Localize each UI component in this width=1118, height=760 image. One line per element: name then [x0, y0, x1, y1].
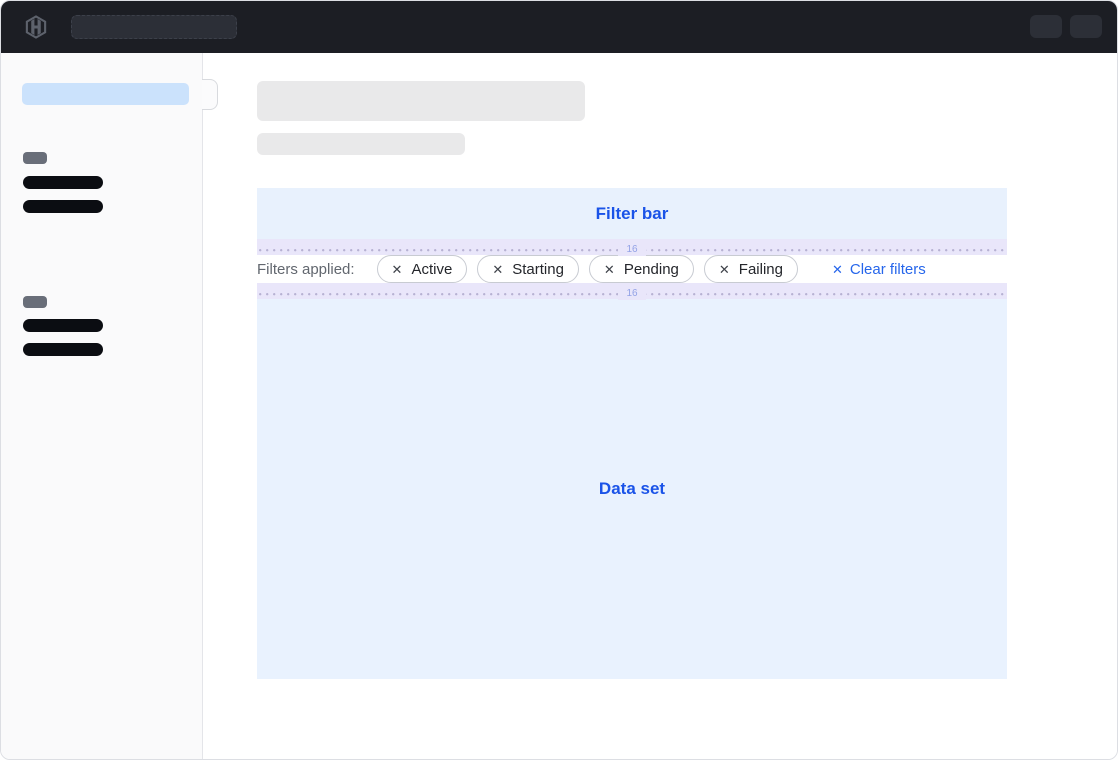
clear-filters-link[interactable]: ✕ Clear filters [832, 261, 926, 278]
filter-chip-active[interactable]: ✕ Active [377, 255, 468, 283]
topbar [1, 1, 1117, 53]
sidebar-item-placeholder-4[interactable] [23, 343, 103, 356]
sidebar [1, 53, 203, 759]
spacing-value-top: 16 [618, 243, 645, 256]
sidebar-item-selected[interactable] [22, 83, 189, 105]
dismiss-icon: ✕ [492, 263, 503, 276]
filter-chip-starting[interactable]: ✕ Starting [477, 255, 579, 283]
filters-applied-label: Filters applied: [257, 261, 355, 278]
topbar-action-placeholder-2[interactable] [1070, 15, 1102, 38]
data-set-region: Data set [257, 299, 1007, 679]
clear-filters-icon: ✕ [832, 263, 843, 276]
topbar-action-placeholder-1[interactable] [1030, 15, 1062, 38]
sidebar-section-label-placeholder-1 [23, 152, 47, 164]
page-subtitle-placeholder [257, 133, 465, 155]
clear-filters-label: Clear filters [850, 261, 926, 278]
filter-chip-label: Pending [624, 261, 679, 278]
dismiss-icon: ✕ [604, 263, 615, 276]
filter-chip-label: Active [411, 261, 452, 278]
sidebar-item-placeholder-2[interactable] [23, 200, 103, 213]
dismiss-icon: ✕ [719, 263, 730, 276]
filter-bar-label: Filter bar [596, 204, 669, 224]
hashicorp-logo-icon [23, 14, 49, 40]
sidebar-item-placeholder-3[interactable] [23, 319, 103, 332]
filter-chip-failing[interactable]: ✕ Failing [704, 255, 798, 283]
main-content: Filter bar 16 Filters applied: ✕ Active … [204, 53, 1117, 759]
sidebar-flyout-handle[interactable] [202, 79, 218, 110]
filter-chip-label: Failing [739, 261, 783, 278]
app-window: Filter bar 16 Filters applied: ✕ Active … [0, 0, 1118, 760]
spacing-annotation-bottom: 16 [257, 283, 1007, 299]
sidebar-item-placeholder-1[interactable] [23, 176, 103, 189]
spacing-annotation-top: 16 [257, 239, 1007, 255]
filters-applied-row: Filters applied: ✕ Active ✕ Starting ✕ P… [257, 255, 1007, 283]
data-set-label: Data set [599, 479, 665, 499]
page-title-placeholder [257, 81, 585, 121]
spacing-value-bottom: 16 [618, 287, 645, 300]
filter-chip-label: Starting [512, 261, 564, 278]
sidebar-section-label-placeholder-2 [23, 296, 47, 308]
global-search-placeholder[interactable] [71, 15, 237, 39]
dismiss-icon: ✕ [392, 263, 403, 276]
filter-chip-pending[interactable]: ✕ Pending [589, 255, 694, 283]
filter-bar-region: Filter bar [257, 188, 1007, 239]
